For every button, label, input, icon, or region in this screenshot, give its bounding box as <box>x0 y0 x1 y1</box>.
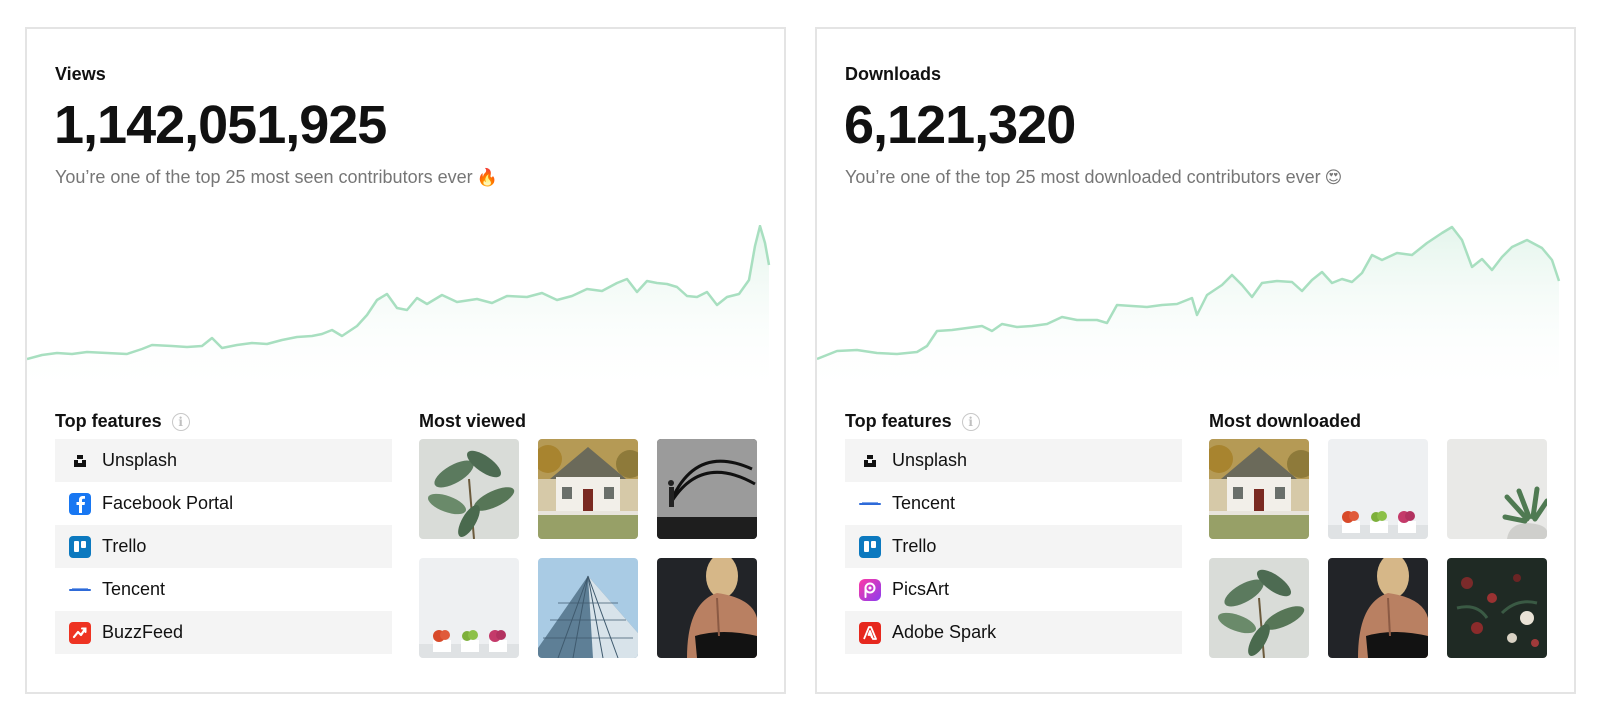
house-photo[interactable] <box>538 439 638 539</box>
views-features-list: Unsplash Facebook Portal Trello Tencent … <box>55 439 392 654</box>
unsplash-icon <box>69 450 91 472</box>
views-top-features-title: Top features <box>55 411 162 431</box>
trello-icon <box>69 535 91 558</box>
feature-item-trello[interactable]: Trello <box>55 525 392 568</box>
buzzfeed-icon <box>69 621 91 644</box>
flower-pots-photo[interactable] <box>1328 439 1428 539</box>
feature-item-facebook-portal[interactable]: Facebook Portal <box>55 482 392 525</box>
info-icon[interactable]: i <box>171 412 190 431</box>
views-subtitle-text: You’re one of the top 25 most seen contr… <box>55 167 473 187</box>
athlete-back-photo[interactable] <box>1328 558 1428 658</box>
feature-item-unsplash[interactable]: Unsplash <box>845 439 1182 482</box>
feature-label: Trello <box>892 536 937 556</box>
downloads-subtitle-text: You’re one of the top 25 most downloaded… <box>845 167 1321 187</box>
downloads-total: 6,121,320 <box>844 95 1076 155</box>
downloads-top-features-title: Top features <box>845 411 952 431</box>
feature-label: Unsplash <box>892 450 968 470</box>
tencent-icon <box>69 579 91 601</box>
views-label: Views <box>55 64 106 84</box>
unsplash-icon <box>859 450 881 472</box>
downloads-trend-area <box>817 227 1559 397</box>
feature-label: BuzzFeed <box>102 622 184 642</box>
downloads-trend-chart <box>817 225 1561 397</box>
downloads-top-features-heading: Top features i <box>845 411 980 432</box>
downloads-features-list: Unsplash Tencent Trello PicsArt Adobe Sp… <box>845 439 1182 654</box>
downloads-label: Downloads <box>845 64 942 84</box>
trello-icon <box>859 535 881 558</box>
heart-eyes-emoji-icon: 😍 <box>1324 168 1343 187</box>
feature-item-adobe-spark[interactable]: Adobe Spark <box>845 611 1182 654</box>
most-viewed-gallery <box>419 439 757 660</box>
feature-item-tencent[interactable]: Tencent <box>55 568 392 611</box>
views-subtitle: You’re one of the top 25 most seen contr… <box>55 167 498 188</box>
downloads-subtitle: You’re one of the top 25 most downloaded… <box>845 167 1342 188</box>
most-viewed-title: Most viewed <box>419 411 527 431</box>
most-downloaded-title: Most downloaded <box>1209 411 1361 431</box>
views-card: Views 1,142,051,925 You’re one of the to… <box>25 27 786 694</box>
plant-photo[interactable] <box>419 439 519 539</box>
feature-label: Trello <box>102 536 147 556</box>
fitness-rope-photo[interactable] <box>657 439 757 539</box>
feature-item-unsplash[interactable]: Unsplash <box>55 439 392 482</box>
views-total: 1,142,051,925 <box>54 95 387 155</box>
building-photo[interactable] <box>538 558 638 658</box>
succulent-photo[interactable] <box>1447 439 1547 539</box>
athlete-back-photo[interactable] <box>657 558 757 658</box>
views-trend-area <box>27 226 769 397</box>
feature-label: Unsplash <box>102 450 178 470</box>
views-top-features-heading: Top features i <box>55 411 190 432</box>
feature-item-tencent[interactable]: Tencent <box>845 482 1182 525</box>
fire-emoji-icon: 🔥 <box>476 168 498 187</box>
feature-label: Tencent <box>102 579 166 599</box>
tencent-icon <box>859 493 881 515</box>
feature-item-buzzfeed[interactable]: BuzzFeed <box>55 611 392 654</box>
feature-item-trello[interactable]: Trello <box>845 525 1182 568</box>
feature-label: Tencent <box>892 493 956 513</box>
dark-flowers-photo[interactable] <box>1447 558 1547 658</box>
views-trend-chart <box>27 225 771 397</box>
feature-label: PicsArt <box>892 579 950 599</box>
info-icon[interactable]: i <box>961 412 980 431</box>
facebook-icon <box>69 492 91 515</box>
plant-photo[interactable] <box>1209 558 1309 658</box>
feature-label: Facebook Portal <box>102 493 234 513</box>
adobe-spark-icon <box>859 621 881 644</box>
most-downloaded-gallery <box>1209 439 1547 660</box>
feature-label: Adobe Spark <box>892 622 997 642</box>
feature-item-picsart[interactable]: PicsArt <box>845 568 1182 611</box>
picsart-icon <box>859 578 881 601</box>
downloads-card: Downloads 6,121,320 You’re one of the to… <box>815 27 1576 694</box>
house-photo[interactable] <box>1209 439 1309 539</box>
flower-pots-photo[interactable] <box>419 558 519 658</box>
